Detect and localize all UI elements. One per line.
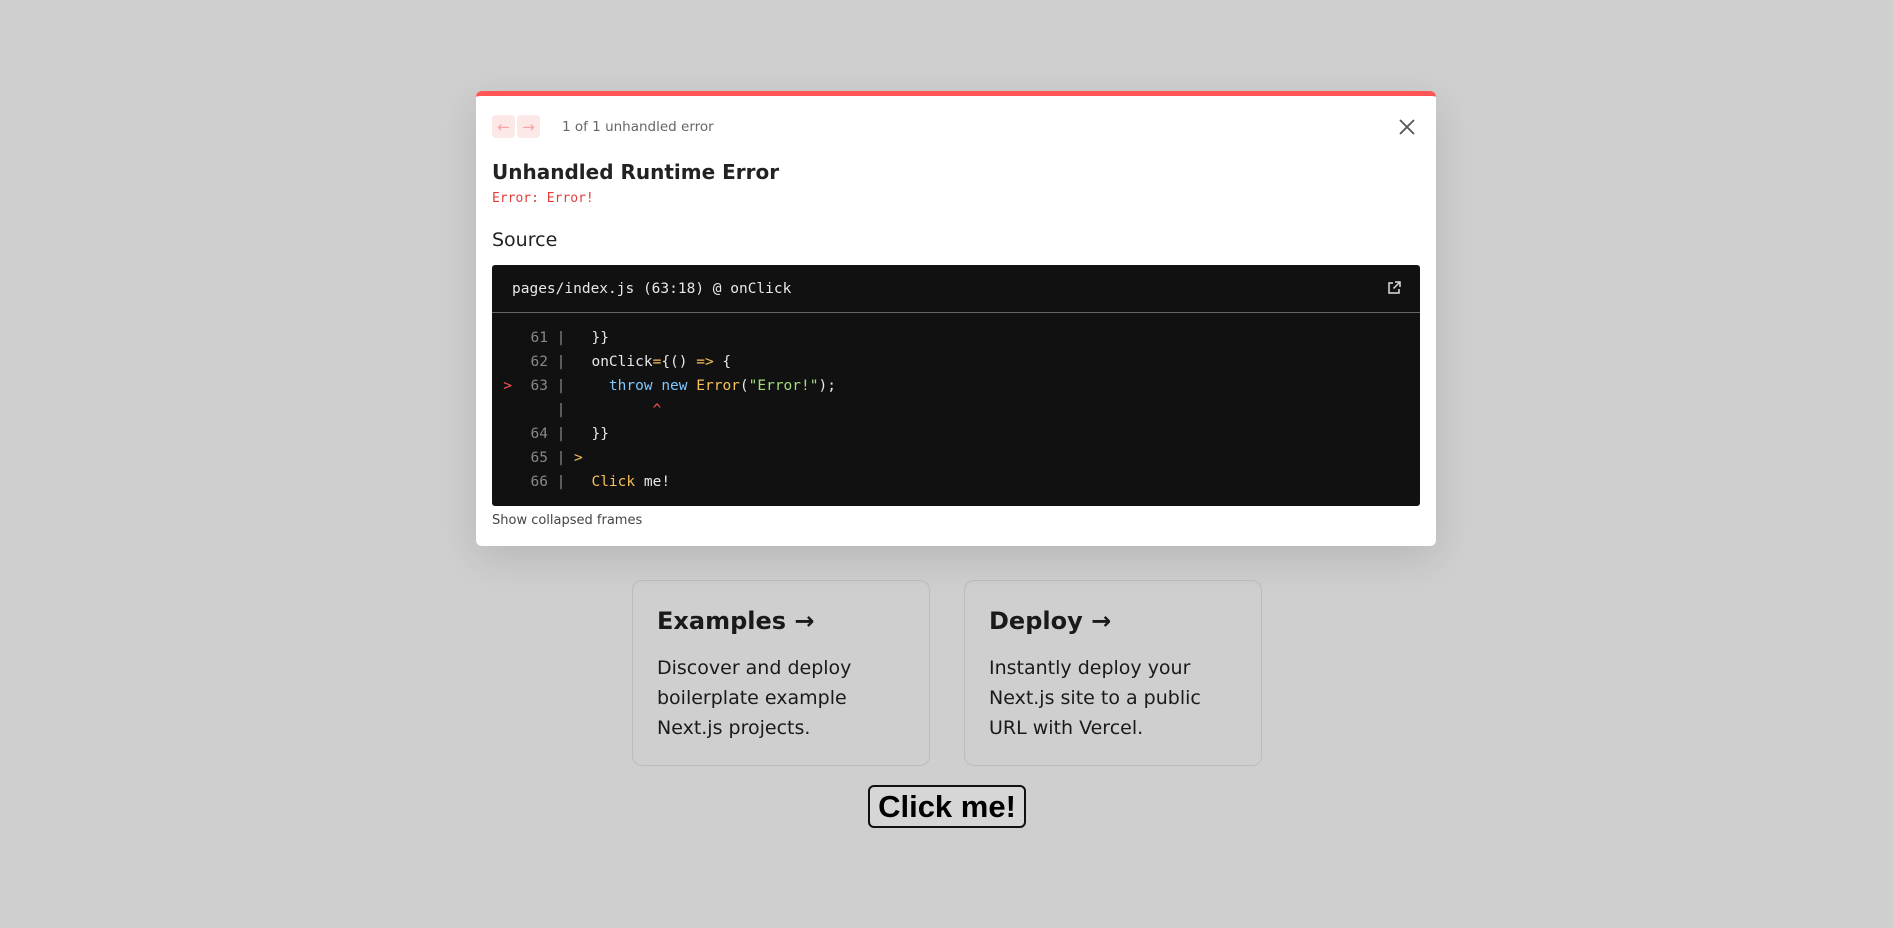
code-text: onClick={() => { [574,354,732,370]
code-line: 61 | }} [492,326,1420,350]
error-count: 1 of 1 unhandled error [562,118,714,135]
code-frame-header: pages/index.js (63:18) @ onClick [492,265,1420,313]
deploy-card-description: Instantly deploy your Next.js site to a … [989,657,1201,739]
previous-error-button[interactable]: ← [492,115,515,138]
code-text: > [574,450,583,466]
error-line-marker [492,446,512,470]
arrow-right-icon: → [522,117,535,136]
examples-card-title: Examples → [657,607,815,635]
deploy-card[interactable]: Deploy → Instantly deploy your Next.js s… [964,580,1262,766]
code-line: 62 | onClick={() => { [492,350,1420,374]
examples-card-description: Discover and deploy boilerplate example … [657,657,852,739]
show-collapsed-frames-button[interactable]: Show collapsed frames [492,513,642,528]
error-message: Error: Error! [492,191,594,206]
error-navigation: ← → 1 of 1 unhandled error [492,115,714,138]
line-number: 63 [530,378,548,394]
gutter-separator: | [556,474,566,490]
gutter-separator: | [556,330,566,346]
examples-card[interactable]: Examples → Discover and deploy boilerpla… [632,580,930,766]
code-line: >63 | throw new Error("Error!"); [492,374,1420,398]
code-text: }} [574,330,609,346]
line-number: 61 [530,330,548,346]
line-number [512,398,548,422]
deploy-card-title: Deploy → [989,607,1112,635]
error-overlay-dialog: ← → 1 of 1 unhandled error Unhandled Run… [476,91,1436,546]
line-number: 62 [530,354,548,370]
code-line: | ^ [492,398,1420,422]
code-lines: 61 | }} 62 | onClick={() => { >63 | throw new… [492,313,1420,494]
gutter-separator: | [556,426,566,442]
error-line-marker [492,326,512,350]
line-number: 65 [530,450,548,466]
code-text: Click me! [591,474,671,490]
error-line-marker [492,350,512,374]
gutter-separator: | [556,378,566,394]
arrow-left-icon: ← [497,117,510,136]
error-title: Unhandled Runtime Error [492,160,780,184]
code-frame: pages/index.js (63:18) @ onClick 61 | }} 6… [492,265,1420,506]
gutter-separator: | [556,402,566,418]
error-line-marker [492,422,512,446]
file-reference: pages/index.js (63:18) @ onClick [512,280,792,297]
gutter-separator: | [556,450,566,466]
page: Examples → Discover and deploy boilerpla… [0,0,1893,928]
gutter-separator: | [556,354,566,370]
code-line: 64 | }} [492,422,1420,446]
code-line: 65 | > [492,446,1420,470]
line-number: 64 [530,426,548,442]
close-button[interactable] [1396,116,1418,138]
error-line-marker [492,398,512,422]
code-line: 66 | Click me! [492,470,1420,494]
source-heading: Source [492,229,558,251]
code-text: }} [574,426,609,442]
line-number: 66 [530,474,548,490]
next-error-button[interactable]: → [517,115,540,138]
close-icon [1399,119,1415,135]
click-me-button[interactable]: Click me! [868,785,1026,828]
error-line-marker: > [503,378,512,394]
external-link-icon [1388,281,1401,294]
open-in-editor-button[interactable] [1386,280,1402,296]
code-text: ^ [574,402,662,418]
error-line-marker [492,470,512,494]
code-text: throw new Error("Error!"); [608,378,836,394]
